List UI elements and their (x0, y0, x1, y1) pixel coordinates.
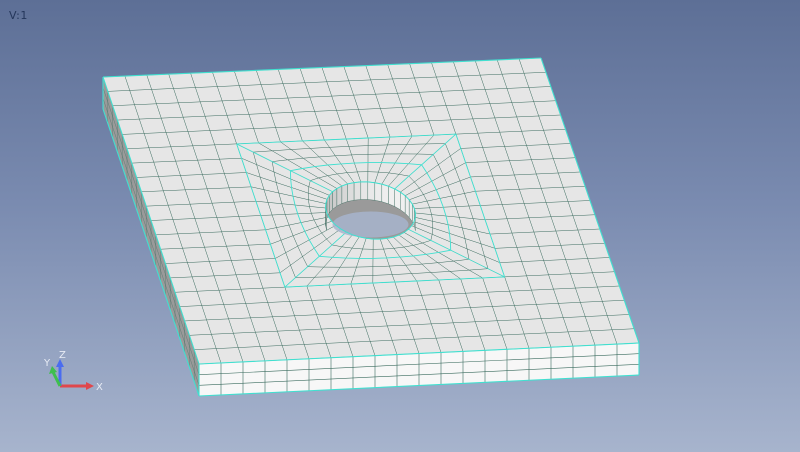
x-axis-label: X (96, 382, 103, 393)
hole-wall-face (374, 182, 382, 202)
axis-triad: X Y Z (43, 350, 103, 393)
hole-wall-face (360, 181, 368, 200)
hole-wall-face (353, 181, 361, 201)
hole-wall-face (367, 181, 375, 201)
plate-mesh-model[interactable] (0, 0, 800, 452)
y-axis-label: Y (43, 358, 51, 369)
hole-wall-face (336, 185, 343, 207)
hole-wall-face (381, 183, 389, 205)
hole-wall-face (347, 182, 355, 202)
z-axis-label: Z (59, 350, 66, 361)
y-axis-arrowhead (49, 366, 57, 374)
hole-wall-face (341, 183, 348, 204)
graphics-viewport[interactable]: V:1 X Y Z (0, 0, 800, 452)
hole-wall-face (388, 185, 395, 207)
hole-through-view (332, 211, 409, 238)
x-axis-arrowhead (86, 382, 94, 390)
